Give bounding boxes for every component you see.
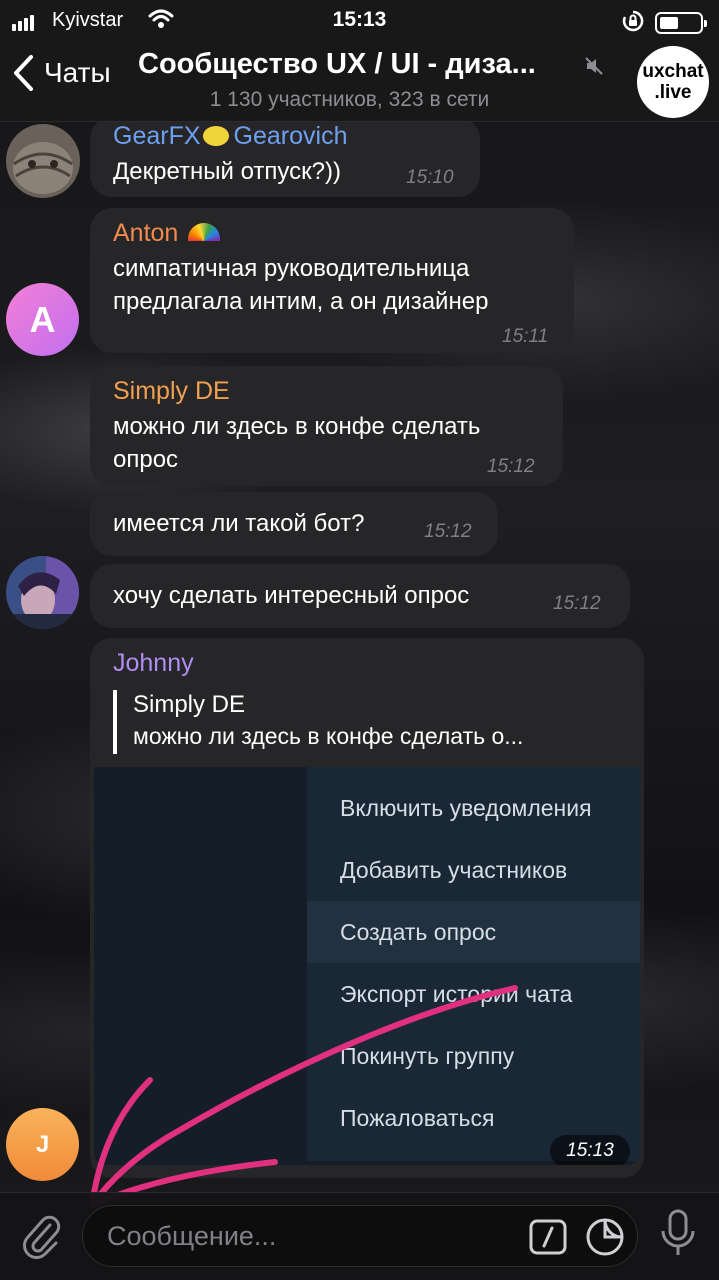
sender-name-part2[interactable]: Gearovich [234, 122, 348, 150]
back-button[interactable]: Чаты [12, 54, 111, 92]
chat-title[interactable]: Сообщество UX / UI - диза... [138, 48, 536, 81]
message-bubble-2[interactable]: Anton симпатичная руководительница предл… [90, 208, 574, 353]
input-bar: Сообщение... [0, 1192, 719, 1280]
message-time: 15:12 [487, 456, 535, 477]
attached-screenshot[interactable]: Включить уведомления Добавить участников… [94, 767, 640, 1165]
command-icon[interactable] [529, 1219, 567, 1255]
avatar-user[interactable] [6, 556, 79, 629]
context-menu: Включить уведомления Добавить участников… [307, 767, 640, 1161]
chat-subtitle: 1 130 участников, 323 в сети [209, 88, 490, 111]
menu-item-export-history: Экспорт истории чата [340, 981, 573, 1007]
chat-avatar[interactable]: uxchat .live [637, 46, 709, 118]
avatar-letter: J [35, 1130, 50, 1158]
image-time-badge: 15:13 [550, 1135, 630, 1165]
avatar-text-line2: .live [654, 82, 692, 103]
microphone-icon[interactable] [658, 1209, 698, 1259]
message-bubble-1[interactable]: GearFX Gearovich Декретный отпуск?)) 15:1… [90, 117, 480, 197]
menu-item-notifications: Включить уведомления [340, 795, 592, 821]
battery-icon [655, 12, 707, 34]
message-text: имеется ли такой бот? [113, 510, 365, 537]
reply-sender: Simply DE [133, 691, 246, 718]
lemon-emoji [202, 126, 229, 146]
sender-name-text[interactable]: Anton [113, 219, 178, 247]
reply-quote[interactable]: Simply DE можно ли здесь в конфе сделать… [113, 690, 613, 754]
status-bar: Kyivstar 15:13 [0, 6, 719, 36]
message-text-line2: предлагала интим, а он дизайнер [113, 288, 489, 315]
reply-text: можно ли здесь в конфе сделать о... [133, 723, 524, 749]
message-text-line1: симпатичная руководительница [113, 255, 470, 282]
status-time: 15:13 [332, 8, 387, 31]
message-time: 15:10 [406, 167, 454, 188]
message-bubble-4[interactable]: имеется ли такой бот? 15:12 [90, 492, 498, 556]
back-chevron-icon [14, 55, 33, 91]
back-label: Чаты [44, 57, 111, 88]
sender-name[interactable]: Johnny [113, 648, 622, 678]
sender-name-part1[interactable]: GearFX [113, 122, 201, 150]
top-bar: Kyivstar 15:13 Чаты Сообщество UX / UI -… [0, 0, 719, 122]
menu-item-add-members: Добавить участников [340, 857, 568, 883]
sender-name[interactable]: Anton [113, 218, 552, 248]
avatar-johnny[interactable]: J [6, 1108, 79, 1181]
message-time: 15:12 [553, 593, 601, 614]
sender-name[interactable]: GearFX Gearovich [113, 121, 458, 151]
sender-name[interactable]: Simply DE [113, 376, 541, 406]
rainbow-emoji [188, 223, 221, 241]
message-placeholder: Сообщение... [107, 1221, 277, 1251]
mute-icon [584, 56, 604, 76]
paperclip-icon[interactable] [20, 1211, 62, 1259]
message-bubble-5[interactable]: хочу сделать интересный опрос 15:12 [90, 564, 630, 628]
message-time: 15:12 [424, 521, 472, 542]
avatar-text-line1: uxchat [642, 61, 704, 82]
avatar-gearfx[interactable] [6, 124, 80, 198]
message-text: хочу сделать интересный опрос [113, 582, 470, 609]
message-time: 15:11 [502, 326, 549, 347]
menu-item-create-poll: Создать опрос [307, 901, 640, 963]
avatar-anton[interactable]: A [6, 283, 79, 356]
avatar-letter: A [29, 298, 56, 340]
message-text-line2: опрос [113, 446, 179, 473]
message-text-line1: можно ли здесь в конфе сделать [113, 413, 481, 440]
rotation-lock-icon [622, 10, 644, 32]
message-bubble-3[interactable]: Simply DE можно ли здесь в конфе сделать… [90, 366, 563, 486]
sticker-icon[interactable] [585, 1217, 625, 1257]
menu-item-leave-group: Покинуть группу [340, 1043, 515, 1069]
message-input[interactable]: Сообщение... [82, 1205, 638, 1267]
